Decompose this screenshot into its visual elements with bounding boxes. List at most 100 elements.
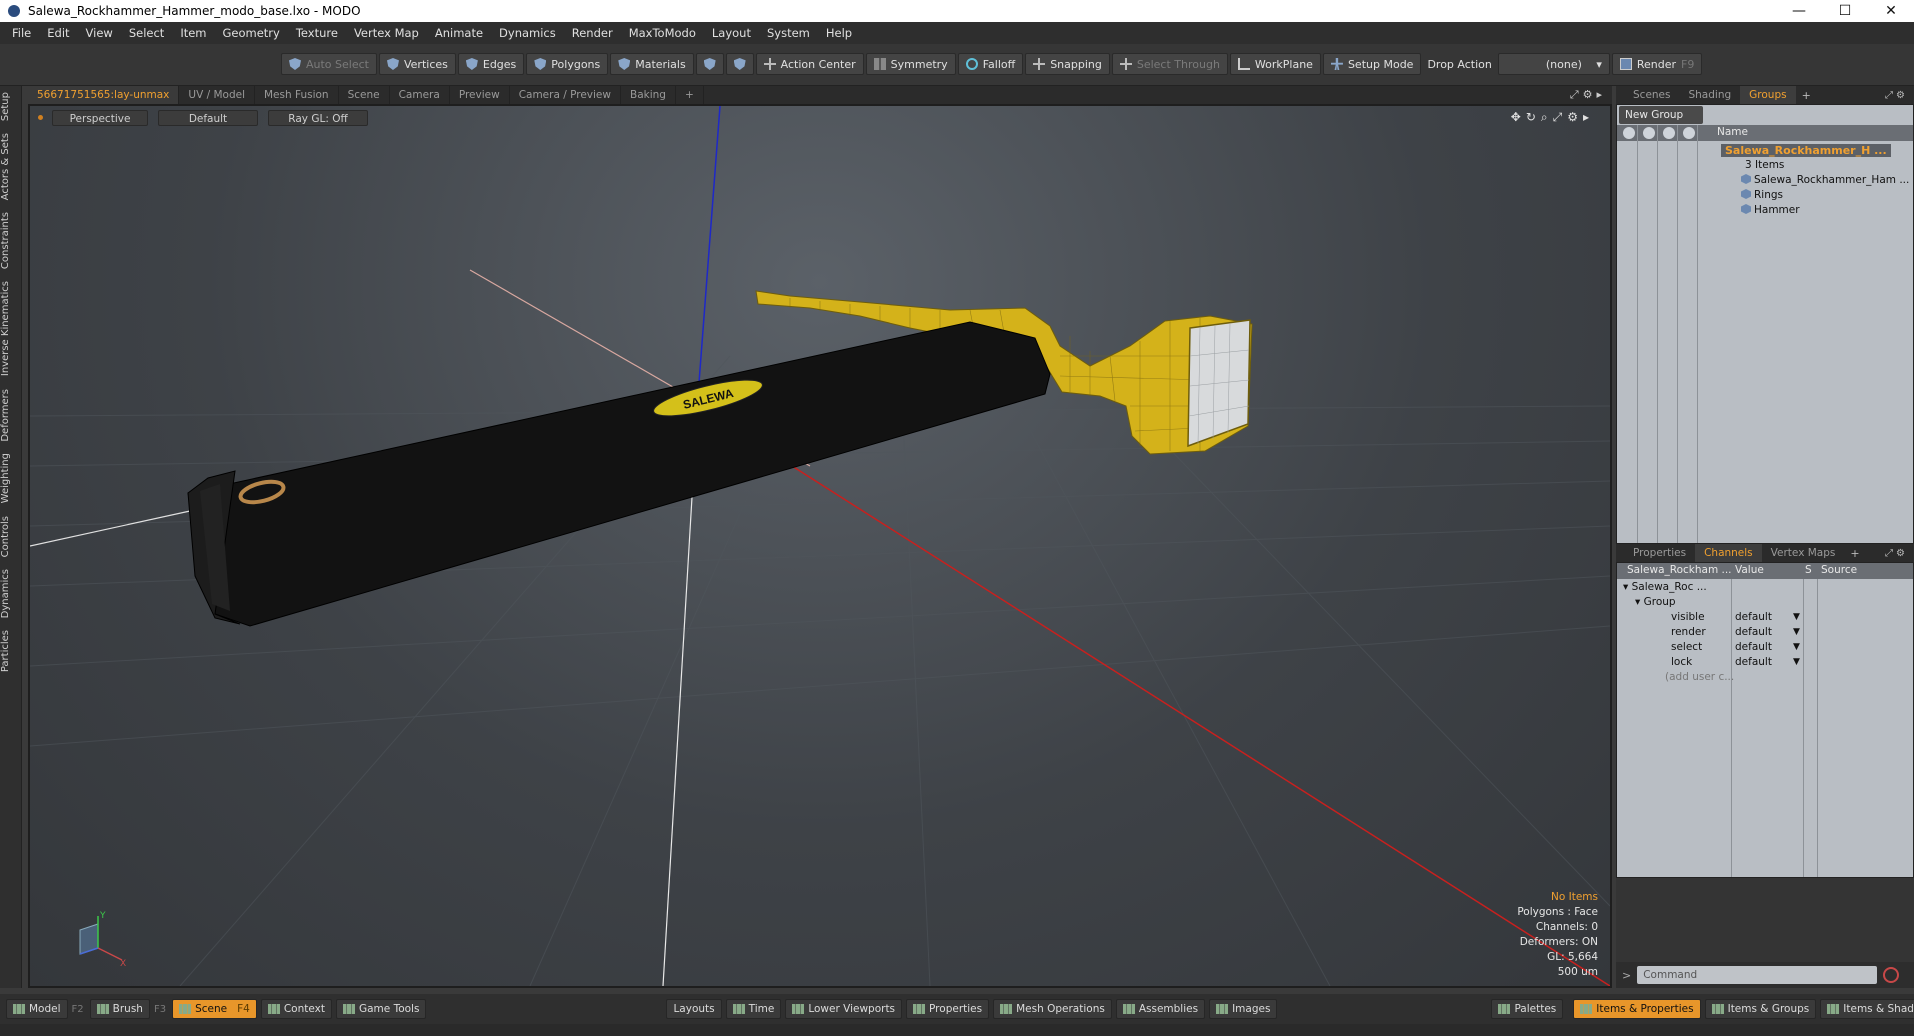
pivot-mode-button[interactable] — [725, 53, 754, 75]
palettes-button[interactable]: Palettes — [1491, 999, 1564, 1019]
tab-baking[interactable]: Baking — [621, 86, 676, 104]
tab-particles[interactable]: Particles — [0, 624, 22, 678]
menu-file[interactable]: File — [4, 26, 39, 40]
menu-system[interactable]: System — [759, 26, 818, 40]
mesh-operations-button[interactable]: Mesh Operations — [993, 999, 1112, 1019]
menu-item[interactable]: Item — [172, 26, 214, 40]
minimize-button[interactable]: — — [1776, 0, 1822, 22]
menu-maxtomodo[interactable]: MaxToModo — [621, 26, 704, 40]
menu-vertex-map[interactable]: Vertex Map — [346, 26, 427, 40]
tab-controls[interactable]: Controls — [0, 510, 22, 563]
group-child-hammer[interactable]: Hammer — [1741, 204, 1800, 216]
tab-uv-model[interactable]: UV / Model — [179, 86, 255, 104]
menu-select[interactable]: Select — [121, 26, 172, 40]
channel-visible-value[interactable]: default — [1735, 611, 1772, 623]
properties-button[interactable]: Properties — [906, 999, 990, 1019]
items-shading-button[interactable]: Items & Shading — [1820, 999, 1914, 1019]
chevron-down-icon[interactable]: ▼ — [1793, 657, 1800, 667]
add-tab-button[interactable]: + — [1796, 89, 1817, 102]
expand-arrow-icon[interactable]: ▾ — [1623, 581, 1632, 593]
tab-dynamics[interactable]: Dynamics — [0, 563, 22, 624]
menu-animate[interactable]: Animate — [427, 26, 491, 40]
vertices-button[interactable]: Vertices — [378, 53, 456, 75]
add-tab-button[interactable]: + — [1844, 547, 1865, 560]
add-user-channel[interactable]: (add user c... — [1665, 671, 1734, 683]
menu-help[interactable]: Help — [818, 26, 860, 40]
raygl-toggle[interactable]: Ray GL: Off — [268, 110, 368, 126]
tab-deformers[interactable]: Deformers — [0, 383, 22, 448]
group-child-rings[interactable]: Rings — [1741, 189, 1783, 201]
images-button[interactable]: Images — [1209, 999, 1278, 1019]
channel-lock-value[interactable]: default — [1735, 656, 1772, 668]
workplane-button[interactable]: WorkPlane — [1229, 53, 1321, 75]
channel-group-item[interactable]: ▾ Group — [1635, 596, 1676, 608]
tab-vertex-maps[interactable]: Vertex Maps — [1762, 544, 1845, 562]
channel-select-value[interactable]: default — [1735, 641, 1772, 653]
items-groups-button[interactable]: Items & Groups — [1704, 999, 1817, 1019]
viewport-nav-controls[interactable]: ✥↻⌕⤢⚙▸ — [1511, 110, 1594, 125]
select-toggle-icon[interactable] — [1683, 127, 1695, 139]
tab-mesh-fusion[interactable]: Mesh Fusion — [255, 86, 339, 104]
tab-camera[interactable]: Camera — [390, 86, 450, 104]
panel-options-icon[interactable]: ⤢⚙ — [1885, 548, 1908, 559]
tab-inverse-kinematics[interactable]: Inverse Kinematics — [0, 275, 22, 382]
command-input[interactable]: Command — [1637, 966, 1878, 984]
tab-properties[interactable]: Properties — [1624, 544, 1695, 562]
tab-setup[interactable]: Setup — [0, 86, 22, 127]
auto-select-button[interactable]: Auto Select — [281, 53, 377, 75]
materials-button[interactable]: Materials — [610, 53, 694, 75]
setup-mode-button[interactable]: Setup Mode — [1322, 53, 1422, 75]
tab-scenes[interactable]: Scenes — [1624, 86, 1679, 104]
group-root-item[interactable]: Salewa_Rockhammer_H ... — [1721, 144, 1891, 157]
tab-channels[interactable]: Channels — [1695, 544, 1762, 562]
close-button[interactable]: ✕ — [1868, 0, 1914, 22]
tab-weighting[interactable]: Weighting — [0, 447, 22, 509]
tab-groups[interactable]: Groups — [1740, 86, 1796, 104]
new-group-button[interactable]: New Group — [1619, 106, 1703, 124]
add-tab-button[interactable]: + — [676, 86, 704, 104]
edges-button[interactable]: Edges — [457, 53, 525, 75]
lock-icon[interactable] — [1663, 127, 1675, 139]
group-child-mesh[interactable]: Salewa_Rockhammer_Ham ... — [1741, 174, 1909, 186]
menu-render[interactable]: Render — [564, 26, 621, 40]
stop-icon[interactable] — [1883, 967, 1900, 983]
model-layout-button[interactable]: Model — [6, 999, 68, 1019]
render-button[interactable]: Render F9 — [1611, 53, 1703, 75]
layouts-button[interactable]: Layouts — [666, 999, 722, 1019]
menu-geometry[interactable]: Geometry — [215, 26, 288, 40]
channel-render-value[interactable]: default — [1735, 626, 1772, 638]
items-properties-button[interactable]: Items & Properties — [1573, 999, 1701, 1019]
channel-root-item[interactable]: ▾ Salewa_Roc ... — [1623, 581, 1707, 593]
lower-viewports-button[interactable]: Lower Viewports — [785, 999, 903, 1019]
view-type-select[interactable]: Perspective — [52, 110, 148, 126]
panel-options-icon[interactable]: ⤢⚙ — [1885, 90, 1908, 101]
polygons-button[interactable]: Polygons — [526, 53, 609, 75]
game-tools-button[interactable]: Game Tools — [335, 999, 427, 1019]
maximize-button[interactable]: ☐ — [1822, 0, 1868, 22]
select-through-button[interactable]: Select Through — [1111, 53, 1228, 75]
chevron-down-icon[interactable]: ▼ — [1793, 612, 1800, 622]
chevron-down-icon[interactable]: ▼ — [1793, 627, 1800, 637]
3d-viewport[interactable]: SALEWA Perspective Default Ray GL: Off ✥… — [28, 104, 1612, 988]
context-button[interactable]: Context — [260, 999, 332, 1019]
chevron-down-icon[interactable]: ▼ — [1793, 642, 1800, 652]
render-toggle-icon[interactable] — [1643, 127, 1655, 139]
tab-camera-preview[interactable]: Camera / Preview — [510, 86, 621, 104]
tab-scene[interactable]: Scene — [339, 86, 390, 104]
expand-arrow-icon[interactable]: ▾ — [1635, 596, 1644, 608]
symmetry-button[interactable]: Symmetry — [865, 53, 956, 75]
falloff-button[interactable]: Falloff — [957, 53, 1024, 75]
brush-layout-button[interactable]: Brush — [89, 999, 150, 1019]
menu-layout[interactable]: Layout — [704, 26, 759, 40]
action-center-button[interactable]: Action Center — [755, 53, 864, 75]
tab-shading[interactable]: Shading — [1679, 86, 1740, 104]
time-button[interactable]: Time — [725, 999, 782, 1019]
assemblies-button[interactable]: Assemblies — [1115, 999, 1206, 1019]
tab-preview[interactable]: Preview — [450, 86, 510, 104]
snapping-button[interactable]: Snapping — [1025, 53, 1110, 75]
menu-view[interactable]: View — [78, 26, 121, 40]
viewport-tab-options-icon[interactable]: ⤢⚙▸ — [1570, 88, 1606, 102]
menu-dynamics[interactable]: Dynamics — [491, 26, 564, 40]
tab-constraints[interactable]: Constraints — [0, 206, 22, 275]
menu-edit[interactable]: Edit — [39, 26, 77, 40]
